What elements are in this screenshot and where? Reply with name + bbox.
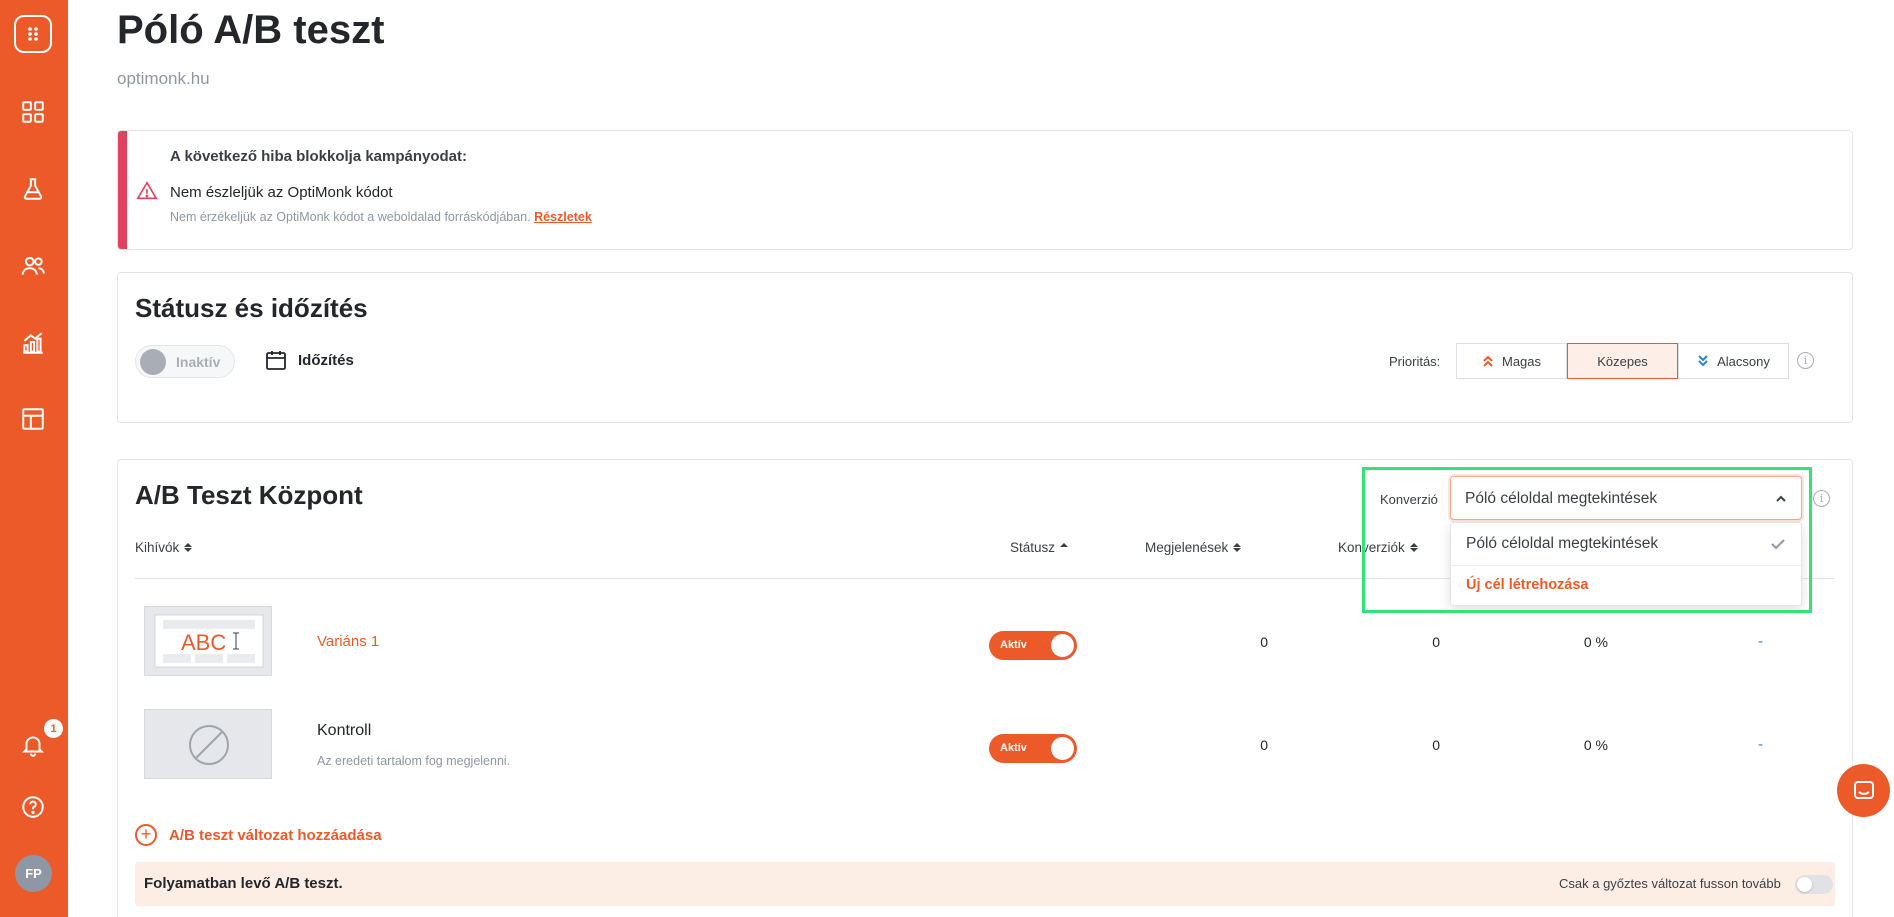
conversion-select[interactable]: Póló céloldal megtekintések [1450, 476, 1802, 520]
priority-high-label: Magas [1501, 353, 1542, 369]
page-title: Póló A/B teszt [117, 8, 385, 52]
check-icon [1771, 539, 1785, 550]
column-header-conversions-label: Konverziók [1338, 540, 1405, 555]
control-rate: 0 % [1583, 737, 1608, 753]
priority-high-button[interactable]: Magas [1456, 343, 1567, 379]
column-header-status[interactable]: Státusz [1010, 540, 1069, 555]
ab-card-title: A/B Teszt Központ [135, 480, 363, 510]
variant-rate: 0 % [1583, 634, 1608, 650]
priority-medium-label: Közepes [1597, 353, 1648, 369]
variant-thumbnail[interactable]: ABC [144, 606, 272, 676]
flask-icon[interactable] [18, 174, 48, 204]
conversion-option[interactable]: Póló céloldal megtekintések [1451, 523, 1801, 565]
create-goal-option[interactable]: Új cél létrehozása [1451, 565, 1801, 607]
conversion-info-icon[interactable]: i [1813, 490, 1830, 507]
priority-label: Prioritás: [1389, 354, 1441, 369]
control-name: Kontroll [317, 722, 372, 739]
status-toggle[interactable]: Inaktív [135, 345, 235, 378]
control-status-label: Aktív [1000, 742, 1027, 754]
priority-selector: Magas Közepes Alacsony [1456, 343, 1789, 379]
chat-icon [1853, 780, 1874, 799]
avatar[interactable]: FP [15, 855, 52, 892]
warning-icon [136, 181, 158, 200]
conversion-option-label: Póló céloldal megtekintések [1466, 535, 1659, 552]
schedule-button[interactable]: Időzítés [264, 348, 354, 372]
users-icon[interactable] [18, 251, 48, 281]
error-description: Nem érzékeljük az OptiMonk kódot a webol… [170, 210, 592, 224]
chevron-up-icon [1776, 495, 1786, 502]
analytics-chart-icon[interactable] [18, 328, 48, 358]
error-details-link[interactable]: Részletek [534, 210, 592, 224]
control-thumbnail[interactable] [144, 709, 272, 779]
variant-preview-image: ABC [154, 614, 264, 668]
winner-only-toggle[interactable] [1795, 875, 1833, 894]
create-goal-label: Új cél létrehozása [1466, 577, 1589, 593]
control-status-knob [1051, 737, 1074, 760]
error-stripe [118, 131, 127, 249]
calendar-icon [266, 351, 286, 370]
error-heading: A következő hiba blokkolja kampányodat: [170, 148, 468, 165]
double-chevron-up-icon [1483, 355, 1493, 367]
column-header-variants-label: Kihívók [135, 540, 180, 555]
bell-icon[interactable] [18, 730, 48, 760]
sidebar: 1 FP [0, 0, 68, 917]
conversion-selected-value: Póló céloldal megtekintések [1465, 490, 1658, 507]
control-status-toggle[interactable]: Aktív [989, 734, 1077, 763]
variant-status-label: Aktív [1000, 639, 1027, 651]
help-icon[interactable] [18, 792, 48, 822]
column-header-status-label: Státusz [1010, 540, 1056, 555]
chat-button[interactable] [1837, 764, 1890, 817]
sort-icon [184, 543, 193, 552]
priority-low-label: Alacsony [1717, 353, 1770, 369]
variant-conversions: 0 [1432, 634, 1440, 650]
add-variant-label: A/B teszt változat hozzáadása [169, 826, 382, 844]
control-impressions: 0 [1260, 737, 1268, 753]
variant-impressions: 0 [1260, 634, 1268, 650]
priority-medium-button[interactable]: Közepes [1567, 343, 1678, 379]
thumbnail-text: ABC [181, 630, 226, 655]
control-uplift: - [1758, 736, 1763, 753]
running-test-bar: Folyamatban levő A/B teszt. Csak a győzt… [135, 862, 1835, 906]
status-toggle-knob [140, 349, 166, 375]
sort-icon [1233, 543, 1242, 552]
status-toggle-label: Inaktív [176, 354, 221, 370]
status-card-title: Státusz és időzítés [135, 293, 368, 323]
variant-status-knob [1051, 634, 1074, 657]
conversion-dropdown: Póló céloldal megtekintések Új cél létre… [1450, 522, 1802, 606]
sort-asc-icon [1060, 543, 1069, 552]
add-variant-button[interactable]: + A/B teszt változat hozzáadása [135, 824, 382, 846]
no-preview-icon [189, 725, 229, 765]
column-header-impressions-label: Megjelenések [1145, 540, 1229, 555]
double-chevron-down-icon [1698, 355, 1708, 367]
conversion-label: Konverzió [1380, 492, 1438, 507]
winner-only-toggle-knob [1797, 877, 1812, 892]
winner-only-label: Csak a győztes változat fusson tovább [1559, 876, 1781, 891]
notification-badge: 1 [44, 719, 63, 738]
column-header-variants[interactable]: Kihívók [135, 540, 193, 555]
page-domain: optimonk.hu [117, 69, 210, 88]
column-header-conversions[interactable]: Konverziók [1338, 540, 1418, 555]
running-test-label: Folyamatban levő A/B teszt. [144, 875, 343, 892]
status-card: Státusz és időzítés Inaktív Időzítés Pri… [117, 272, 1853, 423]
variant-name-link[interactable]: Variáns 1 [317, 633, 379, 650]
schedule-label: Időzítés [298, 351, 354, 369]
error-title: Nem észleljük az OptiMonk kódot [170, 184, 393, 201]
templates-layout-icon[interactable] [18, 404, 48, 434]
error-description-text: Nem érzékeljük az OptiMonk kódot a webol… [170, 210, 531, 224]
variant-uplift: - [1758, 633, 1763, 650]
plus-circle-icon: + [135, 824, 157, 846]
control-conversions: 0 [1432, 737, 1440, 753]
variant-status-toggle[interactable]: Aktív [989, 631, 1077, 660]
priority-low-button[interactable]: Alacsony [1678, 343, 1789, 379]
logo-icon[interactable] [14, 15, 52, 53]
dashboard-grid-icon[interactable] [18, 97, 48, 127]
control-description: Az eredeti tartalom fog megjelenni. [317, 754, 511, 768]
priority-info-icon[interactable]: i [1797, 352, 1814, 369]
error-card: A következő hiba blokkolja kampányodat: … [117, 130, 1853, 250]
column-header-impressions[interactable]: Megjelenések [1145, 540, 1242, 555]
sort-icon [1409, 543, 1418, 552]
